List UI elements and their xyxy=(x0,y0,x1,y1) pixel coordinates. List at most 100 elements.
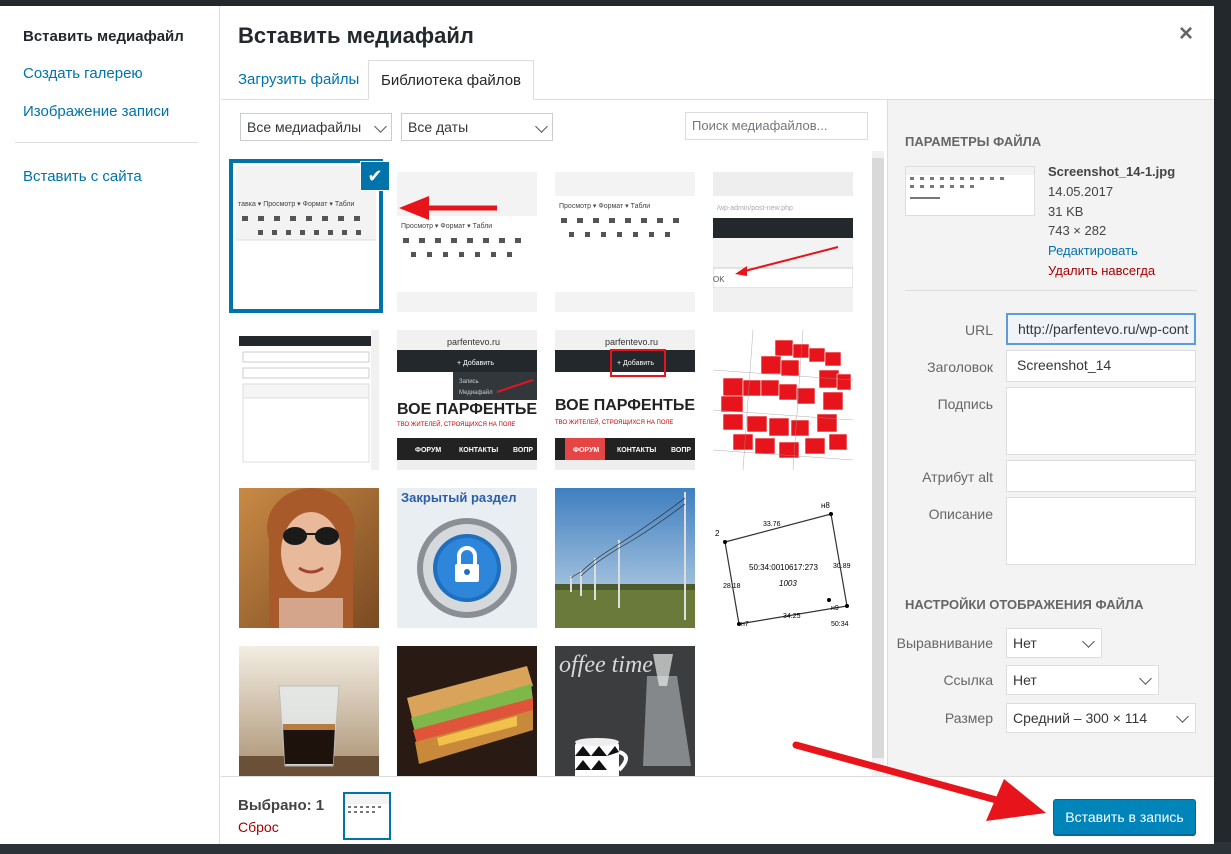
plot-neighbor: 50:34 xyxy=(831,621,849,628)
nav-contacts-text: КОНТАКТЫ xyxy=(617,447,656,454)
description-textarea[interactable] xyxy=(1006,497,1196,565)
search-input[interactable]: Поиск медиафайлов... xyxy=(685,112,868,140)
nav-contacts-text: КОНТАКТЫ xyxy=(459,447,498,454)
file-dimensions: 743 × 282 xyxy=(1048,223,1107,238)
attachment-thumb[interactable] xyxy=(239,330,379,470)
closed-section-caption: Закрытый раздел xyxy=(401,490,517,505)
filter-dates-value: Все даты xyxy=(408,119,469,135)
edit-image-link[interactable]: Редактировать xyxy=(1048,243,1138,258)
attachment-thumb[interactable]: /wp-admin/post-new.php OK xyxy=(713,172,853,312)
selected-check-icon[interactable]: ✔ xyxy=(360,161,390,191)
size-select[interactable]: Средний – 300 × 114 xyxy=(1006,703,1196,733)
plot-number: 50:34:0010617:273 xyxy=(749,563,819,572)
nav-more-text: ВОПР xyxy=(671,447,691,454)
reset-selection-link[interactable]: Сброс xyxy=(238,819,279,835)
attachment-thumb[interactable]: parfentevo.ru + Добавить Запись Медиафай… xyxy=(397,330,537,470)
menu-item-insert-media[interactable]: Вставить медиафайл xyxy=(23,28,184,45)
filter-media-value: Все медиафайлы xyxy=(247,119,362,135)
file-date: 14.05.2017 xyxy=(1048,184,1114,199)
banner-big-text: ВОЕ ПАРФЕНТЬЕВО xyxy=(397,401,537,418)
title-field[interactable]: Screenshot_14 xyxy=(1006,350,1196,382)
editor-toolbar-image: тавка ▾ Просмотр ▾ Формат ▾ Табли xyxy=(236,166,376,306)
chevron-down-icon xyxy=(374,120,387,133)
url-field[interactable]: http://parfentevo.ru/wp-cont xyxy=(1006,313,1196,345)
attachment-thumb[interactable]: Просмотр ▾ Формат ▾ Табли xyxy=(555,172,695,312)
plot-corner-2: 2 xyxy=(715,529,720,538)
delete-permanently-link[interactable]: Удалить навсегда xyxy=(1048,263,1155,278)
file-name: Screenshot_14-1.jpg xyxy=(1048,164,1176,179)
site-add-button-image: parfentevo.ru + Добавить ВОЕ ПАРФЕНТЬЕВО… xyxy=(555,330,695,470)
menu-item-featured-image[interactable]: Изображение записи xyxy=(23,103,169,120)
menu-item-insert-from-url[interactable]: Вставить с сайта xyxy=(23,168,142,185)
attachment-thumb[interactable] xyxy=(239,646,379,776)
nav-forum-text: ФОРУМ xyxy=(415,447,441,454)
attachment-thumb[interactable] xyxy=(713,330,853,470)
attachment-thumb[interactable] xyxy=(397,646,537,776)
menu-item-create-gallery[interactable]: Создать галерею xyxy=(23,65,143,82)
tab-upload-files[interactable]: Загрузить файлы xyxy=(226,60,371,100)
attachment-thumb[interactable]: offee time xyxy=(555,646,695,776)
filter-dates-select[interactable]: Все даты xyxy=(401,113,553,141)
link-value: Нет xyxy=(1013,672,1037,688)
editor-toolbar-image: Просмотр ▾ Формат ▾ Табли xyxy=(555,172,695,312)
caption-textarea[interactable] xyxy=(1006,387,1196,455)
title-label: Заголовок xyxy=(927,359,993,375)
svg-text:тавка ▾ Просмотр ▾ Формат ▾: тавка ▾ Просмотр ▾ Формат ▾ Табли xyxy=(238,200,355,208)
details-thumbnail xyxy=(905,166,1035,216)
nav-more-text: ВОПР xyxy=(513,447,533,454)
nav-forum-text: ФОРУМ xyxy=(573,447,599,454)
attachment-thumb[interactable]: parfentevo.ru + Добавить ВОЕ ПАРФЕНТЬЕВО… xyxy=(555,330,695,470)
attachment-thumb[interactable]: Закрытый раздел xyxy=(397,488,537,628)
alt-field[interactable] xyxy=(1006,460,1196,492)
site-add-menu-image: parfentevo.ru + Добавить Запись Медиафай… xyxy=(397,330,537,470)
grid-scrollbar-thumb[interactable] xyxy=(872,158,884,758)
attachment-thumb[interactable]: Просмотр ▾ Формат ▾ Табли xyxy=(397,172,537,312)
photo-coffee-glass-image xyxy=(239,646,379,776)
chevron-down-icon xyxy=(1082,635,1095,648)
display-settings-heading: Настройки отображения файла xyxy=(905,597,1144,612)
chevron-down-icon xyxy=(1139,672,1152,685)
filter-media-select[interactable]: Все медиафайлы xyxy=(240,113,392,141)
selection-thumb[interactable] xyxy=(343,792,391,840)
site-domain-text: parfentevo.ru xyxy=(605,337,658,347)
align-label: Выравнивание xyxy=(896,635,993,651)
site-domain-text: parfentevo.ru xyxy=(447,337,500,347)
cadastral-map-image xyxy=(713,330,853,470)
banner-small-text: ТВО ЖИТЕЛЕЙ, СТРОЯЩИХСЯ НА ПОЛЕ xyxy=(555,418,673,426)
media-menu: Вставить медиафайл Создать галерею Изобр… xyxy=(0,6,220,844)
photo-power-lines-image xyxy=(555,488,695,628)
plot-corner-n7: н7 xyxy=(741,621,749,628)
photo-coffee-time-image: offee time xyxy=(555,646,695,776)
size-label: Размер xyxy=(944,710,993,726)
editor-toolbar-arrow-image: Просмотр ▾ Формат ▾ Табли xyxy=(397,172,537,312)
plot-dim-1: 33.76 xyxy=(763,521,781,528)
land-plot-plan-image: 2 н8 33.76 30.89 28.18 50:34:0010617:273… xyxy=(713,488,853,628)
menu-record-text: Запись xyxy=(459,379,479,385)
banner-small-text: ТВО ЖИТЕЛЕЙ, СТРОЯЩИХСЯ НА ПОЛЕ xyxy=(397,420,515,428)
insert-into-post-button[interactable]: Вставить в запись xyxy=(1053,799,1196,835)
modal-footer: Выбрано: 1 Сброс Вставить в запись xyxy=(221,776,1214,844)
close-icon[interactable]: × xyxy=(1172,20,1200,48)
attachment-thumb[interactable]: 2 н8 33.76 30.89 28.18 50:34:0010617:273… xyxy=(713,488,853,628)
file-params-heading: Параметры файла xyxy=(905,134,1042,149)
caption-label: Подпись xyxy=(937,396,993,412)
media-modal: Вставить медиафайл Создать галерею Изобр… xyxy=(0,6,1214,844)
link-label: Ссылка xyxy=(943,672,993,688)
attachment-thumb[interactable] xyxy=(239,488,379,628)
link-select[interactable]: Нет xyxy=(1006,665,1159,695)
attachment-thumb[interactable] xyxy=(555,488,695,628)
attachments-grid: тавка ▾ Просмотр ▾ Формат ▾ Табли Просмо… xyxy=(221,151,871,776)
banner-big-text: ВОЕ ПАРФЕНТЬЕВО xyxy=(555,397,695,414)
tab-media-library[interactable]: Библиотека файлов xyxy=(368,60,535,100)
url-label: URL xyxy=(964,322,993,338)
attachment-thumb[interactable]: тавка ▾ Просмотр ▾ Формат ▾ Табли xyxy=(236,166,376,306)
selected-count: Выбрано: 1 xyxy=(238,797,325,814)
modal-title: Вставить медиафайл xyxy=(238,23,474,48)
add-label-text: + Добавить xyxy=(617,359,654,367)
align-select[interactable]: Нет xyxy=(1006,628,1102,658)
plot-dim-2: 30.89 xyxy=(833,563,851,570)
plot-dim-4: 34.25 xyxy=(783,613,801,620)
details-thumbnail-image xyxy=(906,167,1034,215)
photo-woman-image xyxy=(239,488,379,628)
description-label: Описание xyxy=(928,506,993,522)
